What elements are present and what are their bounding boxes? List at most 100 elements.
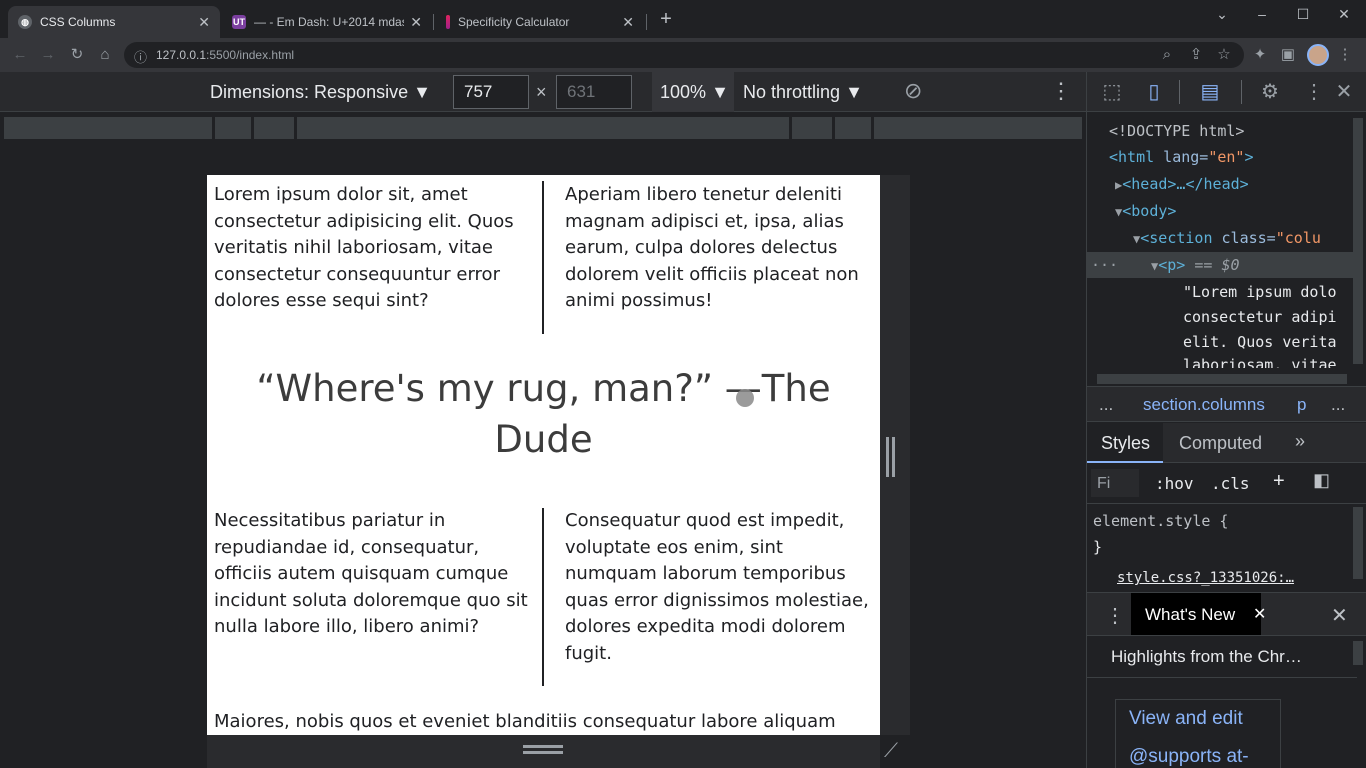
feature-card-title[interactable]: View and edit — [1129, 708, 1243, 730]
media-query-segment[interactable] — [297, 117, 789, 139]
drawer-menu-icon[interactable]: ⋮ — [1105, 603, 1125, 628]
address-bar[interactable]: ⓘ 127.0.0.1:5500/index.html — [124, 42, 1244, 68]
dom-row-ellipsis-icon[interactable]: ··· — [1091, 256, 1118, 274]
media-query-segment[interactable] — [835, 117, 871, 139]
cls-toggle[interactable]: .cls — [1211, 474, 1250, 493]
divider — [1087, 677, 1357, 678]
maximize-icon[interactable]: ☐ — [1289, 4, 1317, 24]
media-query-segment[interactable] — [792, 117, 832, 139]
share-icon[interactable]: ⇪ — [1185, 44, 1207, 66]
globe-icon: ◍ — [18, 15, 32, 29]
zoom-magnifier-icon[interactable]: ⌕ — [1156, 44, 1178, 66]
back-arrow-icon[interactable]: ← — [9, 44, 31, 66]
hov-toggle[interactable]: :hov — [1155, 474, 1194, 493]
breadcrumb-p[interactable]: p — [1297, 395, 1306, 415]
side-panel-icon[interactable]: ▣ — [1277, 44, 1299, 66]
resize-handle-bottom[interactable] — [207, 735, 880, 768]
close-drawer-icon[interactable]: ✕ — [1331, 603, 1348, 628]
close-icon[interactable]: ✕ — [410, 14, 422, 31]
media-query-segment[interactable] — [874, 117, 1082, 139]
tab-computed[interactable]: Computed — [1179, 433, 1262, 454]
element-style-rule[interactable]: element.style { — [1093, 512, 1228, 530]
tag-name: <html — [1109, 148, 1155, 166]
cursor-indicator — [736, 389, 754, 407]
more-options-icon[interactable]: ⋮ — [1050, 78, 1072, 104]
dom-head[interactable]: ▶<head>…</head> — [1115, 175, 1249, 193]
dom-text-line[interactable]: "Lorem ipsum dolo — [1183, 283, 1337, 301]
dom-horizontal-scrollbar[interactable] — [1097, 374, 1347, 384]
whats-new-label: What's New — [1145, 605, 1236, 624]
tab-styles[interactable]: Styles — [1101, 433, 1150, 454]
more-tabs-icon[interactable]: » — [1295, 431, 1305, 452]
paragraph-col1-bottom: Necessitatibus pariatur in repudiandae i… — [214, 510, 528, 637]
forward-arrow-icon[interactable]: → — [37, 44, 59, 66]
resize-corner-icon[interactable]: ⟋ — [884, 740, 906, 762]
tab-specificity-calculator[interactable]: Specificity Calculator ✕ — [436, 6, 644, 38]
url-host: 127.0.0.1 — [156, 48, 207, 62]
media-query-segment[interactable] — [254, 117, 294, 139]
rendered-page: Lorem ipsum dolor sit, amet consectetur … — [207, 175, 880, 735]
dom-text-line[interactable]: elit. Quos verita — [1183, 333, 1337, 351]
media-query-segment[interactable] — [215, 117, 251, 139]
new-rule-plus-icon[interactable]: + — [1273, 470, 1285, 493]
inspect-element-icon[interactable]: ⬚ — [1099, 80, 1125, 104]
settings-gear-icon[interactable]: ⚙ — [1257, 80, 1283, 104]
minimize-icon[interactable]: – — [1248, 4, 1276, 24]
bookmark-star-icon[interactable]: ☆ — [1213, 44, 1235, 66]
url-path: :5500/index.html — [206, 48, 295, 62]
rotate-icon[interactable]: ⊘ — [904, 78, 922, 104]
info-icon[interactable]: ⓘ — [134, 47, 147, 66]
dom-text-line[interactable]: laboriosam, vitae — [1183, 356, 1337, 368]
styles-scrollbar[interactable] — [1353, 507, 1363, 579]
toggle-sidebar-icon[interactable]: ◧ — [1313, 470, 1330, 491]
media-query-segment[interactable] — [4, 117, 212, 139]
stylesheet-link[interactable]: style.css?_13351026:… — [1117, 570, 1294, 586]
close-icon[interactable]: ✕ — [622, 14, 634, 31]
attr-value: "en" — [1208, 148, 1245, 166]
url-text[interactable]: 127.0.0.1:5500/index.html — [156, 48, 294, 62]
tab-search-chevron-icon[interactable]: ⌄ — [1208, 4, 1236, 24]
dom-scrollbar[interactable] — [1353, 118, 1363, 364]
feature-card-subtitle[interactable]: @supports at- — [1129, 746, 1249, 768]
dom-body[interactable]: ▼<body> — [1115, 202, 1176, 220]
zoom-dropdown[interactable]: 100% ▼ — [660, 82, 729, 103]
close-devtools-icon[interactable]: ✕ — [1331, 80, 1357, 104]
home-icon[interactable]: ⌂ — [94, 44, 116, 66]
close-icon[interactable]: ✕ — [198, 14, 210, 31]
height-input[interactable]: 631 — [556, 75, 632, 109]
extensions-puzzle-icon[interactable]: ✦ — [1249, 44, 1271, 66]
dropdown-arrow-icon: ▼ — [845, 82, 863, 102]
reload-icon[interactable]: ↻ — [66, 44, 88, 66]
close-tab-icon[interactable]: ✕ — [1253, 604, 1266, 624]
avatar[interactable] — [1307, 44, 1329, 66]
device-toolbar: Dimensions: Responsive ▼ 757 × 631 100% … — [0, 72, 1086, 112]
dom-p-selected[interactable]: ▼<p> == $0 — [1151, 256, 1240, 274]
throttling-value: No throttling — [743, 82, 841, 102]
grip-line — [892, 437, 895, 477]
tab-em-dash[interactable]: UT — - Em Dash: U+2014 mdash - U ✕ — [222, 6, 432, 38]
device-toggle-icon[interactable]: ▯ — [1141, 80, 1167, 104]
more-options-icon[interactable]: ⋮ — [1301, 80, 1327, 104]
drawer-scrollbar[interactable] — [1353, 641, 1363, 665]
throttling-dropdown[interactable]: No throttling ▼ — [743, 82, 863, 103]
new-tab-plus-icon[interactable]: + — [652, 9, 680, 29]
issues-chat-icon[interactable]: ▤ — [1197, 80, 1223, 104]
resize-handle-right[interactable] — [880, 175, 910, 735]
tab-css-columns[interactable]: ◍ CSS Columns ✕ — [8, 6, 220, 38]
specificity-icon — [446, 15, 450, 29]
width-input[interactable]: 757 — [453, 75, 529, 109]
dimensions-dropdown[interactable]: Dimensions: Responsive ▼ — [210, 82, 431, 103]
dimensions-label: Dimensions: Responsive — [210, 82, 409, 102]
breadcrumb-more[interactable]: ... — [1099, 395, 1113, 415]
breadcrumb-more-end[interactable]: ... — [1331, 395, 1345, 415]
dom-doctype[interactable]: <!DOCTYPE html> — [1109, 122, 1244, 140]
close-window-icon[interactable]: ✕ — [1330, 4, 1358, 24]
breadcrumb-section[interactable]: section.columns — [1143, 395, 1265, 415]
highlights-heading: Highlights from the Chr… — [1111, 647, 1302, 666]
kebab-menu-icon[interactable]: ⋮ — [1334, 44, 1356, 66]
dom-html[interactable]: <html lang="en"> — [1109, 148, 1254, 166]
dom-section[interactable]: ▼<section class="colu — [1133, 229, 1321, 247]
dom-tree: <!DOCTYPE html> <html lang="en"> ▶<head>… — [1087, 116, 1366, 384]
dropdown-arrow-icon: ▼ — [413, 82, 431, 102]
dom-text-line[interactable]: consectetur adipi — [1183, 308, 1337, 326]
